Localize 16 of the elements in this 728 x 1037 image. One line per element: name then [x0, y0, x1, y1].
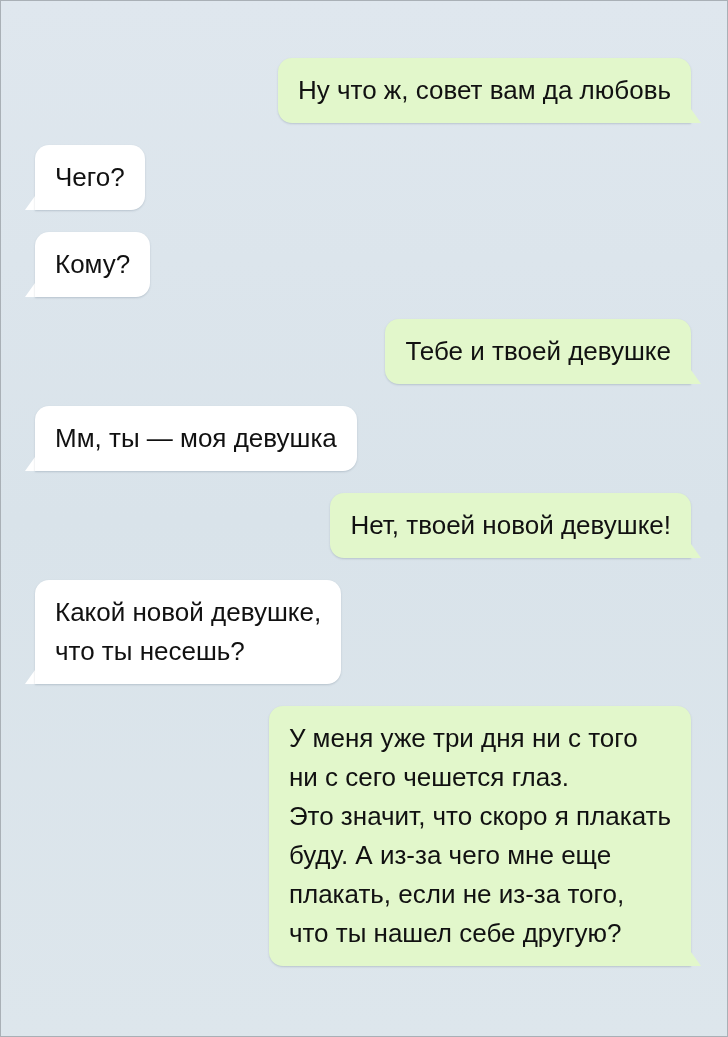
bubble-tail: [25, 457, 35, 471]
incoming-message-bubble: Чего?: [35, 145, 145, 210]
incoming-message-bubble: Какой новой девушке, что ты несешь?: [35, 580, 342, 684]
bubble-tail: [25, 196, 35, 210]
outgoing-message-bubble: У меня уже три дня ни с того ни с сего чешется глаз. Это значит, что скоро я плакать буду. А из-за чего мне еще плакать, если не из-за того, что ты нашел себе другую?: [268, 706, 691, 966]
outgoing-message-bubble: Тебе и твоей девушке: [385, 319, 691, 384]
outgoing-message-bubble: Ну что ж, совет вам да любовь: [278, 58, 691, 123]
bubble-tail: [691, 109, 701, 123]
bubble-tail: [691, 544, 701, 558]
bubble-tail: [25, 670, 35, 684]
outgoing-message-bubble: Нет, твоей новой девушке!: [330, 493, 691, 558]
incoming-message-bubble: Кому?: [35, 232, 151, 297]
bubble-tail: [25, 283, 35, 297]
bubble-tail: [691, 952, 701, 966]
bubble-tail: [691, 370, 701, 384]
incoming-message-bubble: Мм, ты — моя девушка: [35, 406, 357, 471]
